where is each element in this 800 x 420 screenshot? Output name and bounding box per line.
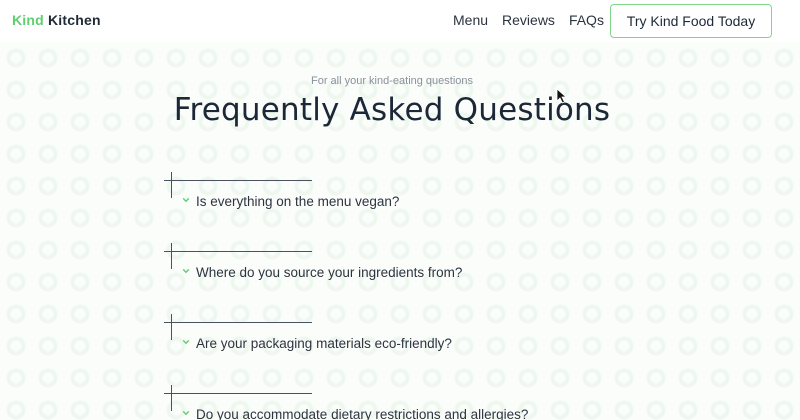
faq-divider-tick — [171, 172, 172, 198]
faq-divider — [164, 393, 312, 394]
faq-item: Are your packaging materials eco-friendl… — [164, 314, 664, 364]
faq-divider-tick — [171, 314, 172, 340]
chevron-down-icon — [182, 410, 190, 415]
faq-divider — [164, 180, 312, 181]
faq-question-toggle[interactable]: Do you accommodate dietary restrictions … — [182, 407, 528, 420]
try-kind-food-button[interactable]: Try Kind Food Today — [610, 4, 772, 38]
faq-item: Is everything on the menu vegan? — [164, 172, 664, 222]
faq-question-text: Is everything on the menu vegan? — [196, 194, 400, 209]
nav-link-reviews[interactable]: Reviews — [502, 12, 555, 28]
faq-question-toggle[interactable]: Where do you source your ingredients fro… — [182, 265, 462, 280]
faq-question-text: Where do you source your ingredients fro… — [196, 265, 463, 280]
nav-links: Menu Reviews FAQs — [453, 12, 604, 28]
faq-divider — [164, 322, 312, 323]
faq-item: Where do you source your ingredients fro… — [164, 243, 664, 293]
logo[interactable]: Kind Kitchen — [12, 12, 101, 28]
faq-question-text: Do you accommodate dietary restrictions … — [196, 407, 529, 420]
faq-question-toggle[interactable]: Are your packaging materials eco-friendl… — [182, 336, 452, 351]
page-title: Frequently Asked Questions — [173, 92, 611, 128]
section-eyebrow: For all your kind-eating questions — [310, 75, 474, 87]
top-navigation: Kind Kitchen Menu Reviews FAQs Try Kind … — [0, 0, 800, 42]
faq-question-toggle[interactable]: Is everything on the menu vegan? — [182, 194, 399, 209]
logo-kind: Kind — [12, 12, 44, 28]
faq-divider — [164, 251, 312, 252]
nav-link-menu[interactable]: Menu — [453, 12, 488, 28]
chevron-down-icon — [182, 197, 190, 202]
logo-kitchen: Kitchen — [43, 12, 101, 28]
chevron-down-icon — [182, 268, 190, 273]
mouse-cursor-icon — [556, 88, 568, 104]
faq-divider-tick — [171, 385, 172, 411]
chevron-down-icon — [182, 339, 190, 344]
faq-section: For all your kind-eating questions Frequ… — [0, 42, 800, 420]
faq-item: Do you accommodate dietary restrictions … — [164, 385, 664, 420]
nav-link-faqs[interactable]: FAQs — [569, 12, 604, 28]
faq-divider-tick — [171, 243, 172, 269]
faq-question-text: Are your packaging materials eco-friendl… — [196, 336, 452, 351]
